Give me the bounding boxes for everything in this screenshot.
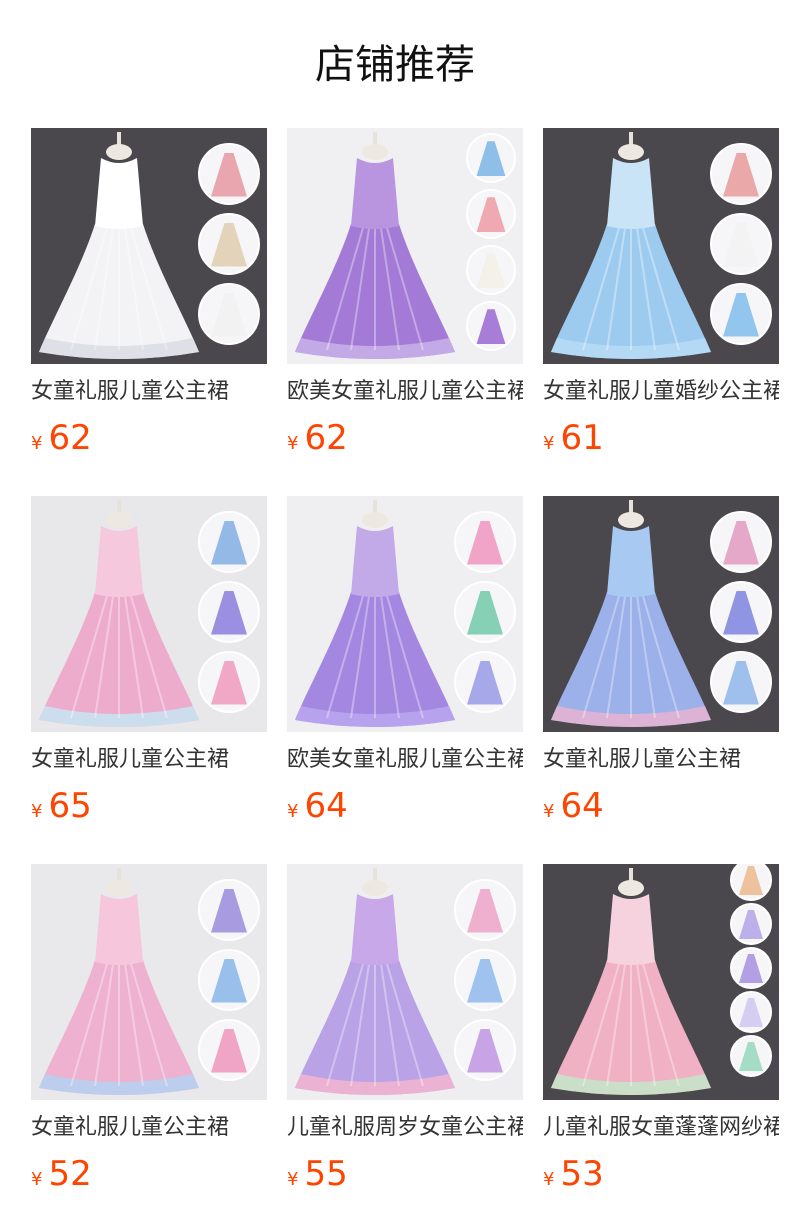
- price-amount: 53: [560, 1154, 604, 1194]
- dress-bodice: [351, 894, 399, 965]
- product-grid: 女童礼服儿童公主裙 ¥62 欧美女童礼服儿童公主裙 ¥62 女童礼服儿童婚纱公主裙 ¥61…: [31, 128, 790, 1194]
- product-card[interactable]: 女童礼服儿童公主裙 ¥62: [31, 128, 267, 458]
- mannequin-neck: [362, 512, 388, 528]
- product-title[interactable]: 女童礼服儿童公主裙: [31, 376, 267, 408]
- product-price: ¥53: [543, 1152, 604, 1196]
- dress-bodice: [95, 158, 143, 229]
- product-price: ¥64: [543, 784, 604, 828]
- product-price: ¥65: [31, 784, 92, 828]
- product-price: ¥62: [31, 416, 92, 460]
- product-price: ¥64: [287, 784, 348, 828]
- product-image[interactable]: [31, 864, 267, 1100]
- product-title[interactable]: 欧美女童礼服儿童公主裙: [287, 376, 523, 408]
- product-title[interactable]: 儿童礼服女童蓬蓬网纱裙: [543, 1112, 779, 1144]
- product-title[interactable]: 女童礼服儿童公主裙: [31, 1112, 267, 1144]
- currency-symbol: ¥: [543, 433, 555, 454]
- currency-symbol: ¥: [31, 1169, 43, 1190]
- mannequin-neck: [618, 512, 644, 528]
- mannequin-neck: [106, 512, 132, 528]
- dress-bodice: [351, 158, 399, 229]
- dress-bodice: [607, 894, 655, 965]
- product-image[interactable]: [287, 864, 523, 1100]
- product-card[interactable]: 欧美女童礼服儿童公主裙 ¥62: [287, 128, 523, 458]
- product-title[interactable]: 女童礼服儿童婚纱公主裙: [543, 376, 779, 408]
- currency-symbol: ¥: [287, 1169, 299, 1190]
- product-image[interactable]: [287, 496, 523, 732]
- product-card[interactable]: 女童礼服儿童公主裙 ¥64: [543, 496, 779, 826]
- product-price: ¥61: [543, 416, 604, 460]
- mannequin-neck: [362, 880, 388, 896]
- product-title[interactable]: 女童礼服儿童公主裙: [31, 744, 267, 776]
- price-amount: 62: [304, 418, 348, 458]
- price-amount: 52: [48, 1154, 92, 1194]
- mannequin-neck: [106, 144, 132, 160]
- product-image[interactable]: [543, 864, 779, 1100]
- currency-symbol: ¥: [287, 433, 299, 454]
- dress-bodice: [607, 158, 655, 229]
- dress-bodice: [351, 526, 399, 597]
- price-amount: 64: [560, 786, 604, 826]
- mannequin-neck: [362, 144, 388, 160]
- product-image[interactable]: [31, 128, 267, 364]
- price-amount: 61: [560, 418, 604, 458]
- mannequin-neck: [618, 144, 644, 160]
- product-card[interactable]: 女童礼服儿童婚纱公主裙 ¥61: [543, 128, 779, 458]
- dress-bodice: [95, 894, 143, 965]
- dress-bodice: [95, 526, 143, 597]
- product-title[interactable]: 欧美女童礼服儿童公主裙: [287, 744, 523, 776]
- currency-symbol: ¥: [287, 801, 299, 822]
- recommendation-page: 店铺推荐 女童礼服儿童公主裙 ¥62 欧美女童礼服儿童公主裙 ¥62 女童礼服儿童婚纱公…: [0, 0, 790, 1232]
- product-price: ¥52: [31, 1152, 92, 1196]
- section-title: 店铺推荐: [315, 42, 475, 88]
- product-title[interactable]: 女童礼服儿童公主裙: [543, 744, 779, 776]
- price-amount: 62: [48, 418, 92, 458]
- currency-symbol: ¥: [543, 1169, 555, 1190]
- product-card[interactable]: 儿童礼服周岁女童公主裙 ¥55: [287, 864, 523, 1194]
- product-card[interactable]: 儿童礼服女童蓬蓬网纱裙 ¥53: [543, 864, 779, 1194]
- dress-bodice: [607, 526, 655, 597]
- product-card[interactable]: 女童礼服儿童公主裙 ¥65: [31, 496, 267, 826]
- mannequin-neck: [618, 880, 644, 896]
- price-amount: 55: [304, 1154, 348, 1194]
- price-amount: 65: [48, 786, 92, 826]
- currency-symbol: ¥: [543, 801, 555, 822]
- product-image[interactable]: [543, 496, 779, 732]
- mannequin-neck: [106, 880, 132, 896]
- product-price: ¥62: [287, 416, 348, 460]
- product-image[interactable]: [31, 496, 267, 732]
- currency-symbol: ¥: [31, 433, 43, 454]
- product-title[interactable]: 儿童礼服周岁女童公主裙: [287, 1112, 523, 1144]
- product-image[interactable]: [287, 128, 523, 364]
- currency-symbol: ¥: [31, 801, 43, 822]
- price-amount: 64: [304, 786, 348, 826]
- product-card[interactable]: 欧美女童礼服儿童公主裙 ¥64: [287, 496, 523, 826]
- product-price: ¥55: [287, 1152, 348, 1196]
- product-card[interactable]: 女童礼服儿童公主裙 ¥52: [31, 864, 267, 1194]
- product-image[interactable]: [543, 128, 779, 364]
